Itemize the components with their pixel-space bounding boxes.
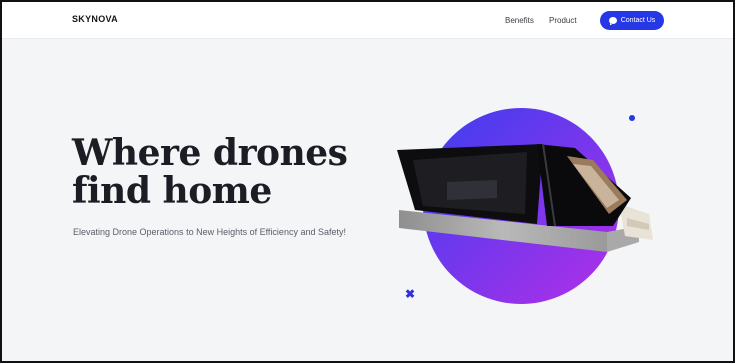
drone-hangar-illustration [397,108,653,304]
top-navbar: SKYNOVA Benefits Product Contact Us [2,2,733,39]
page-frame: SKYNOVA Benefits Product Contact Us Wher… [0,0,735,363]
close-icon: ✖ [405,287,416,301]
brand-logo[interactable]: SKYNOVA [72,14,118,24]
headline-line-1: Where drones [72,132,348,174]
accent-dot [629,115,635,121]
hero-subtext: Elevating Drone Operations to New Height… [73,227,346,237]
headline-line-2: find home [72,170,272,212]
nav-link-product[interactable]: Product [549,16,577,25]
contact-us-label: Contact Us [620,17,656,24]
contact-us-button[interactable]: Contact Us [600,11,664,30]
hero-headline: Where drones find home [72,132,348,212]
hangar-roof-right [537,144,631,226]
chat-icon [608,17,617,25]
nav-link-benefits[interactable]: Benefits [505,16,534,25]
